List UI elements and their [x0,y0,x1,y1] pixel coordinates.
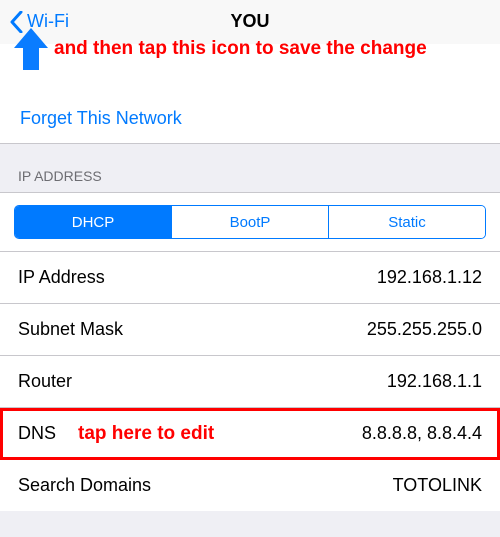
ip-settings-table: IP Address 192.168.1.12 Subnet Mask 255.… [0,252,500,511]
back-button[interactable]: Wi-Fi [0,11,69,33]
segment-dhcp[interactable]: DHCP [15,206,172,238]
search-domains-label: Search Domains [18,475,151,496]
page-title: YOU [230,11,269,32]
subnet-mask-label: Subnet Mask [18,319,123,340]
ip-address-value: 192.168.1.12 [377,267,482,288]
ip-address-header: IP ADDRESS [0,144,500,192]
subnet-mask-value: 255.255.255.0 [367,319,482,340]
segment-bootp[interactable]: BootP [172,206,329,238]
dns-label: DNS [18,423,56,444]
chevron-left-icon [10,11,23,33]
search-domains-value: TOTOLINK [393,475,482,496]
nav-bar: Wi-Fi YOU [0,0,500,44]
row-subnet-mask: Subnet Mask 255.255.255.0 [0,304,500,356]
row-router: Router 192.168.1.1 [0,356,500,408]
forget-network-button[interactable]: Forget This Network [0,96,500,143]
router-value: 192.168.1.1 [387,371,482,392]
router-label: Router [18,371,72,392]
back-label: Wi-Fi [27,11,69,32]
ip-address-label: IP Address [18,267,105,288]
row-dns[interactable]: DNS tap here to edit 8.8.8.8, 8.8.4.4 [0,408,500,460]
segment-static[interactable]: Static [329,206,485,238]
row-ip-address: IP Address 192.168.1.12 [0,252,500,304]
forget-section: Forget This Network [0,44,500,144]
ip-mode-segment-container: DHCP BootP Static [0,192,500,252]
dns-value: 8.8.8.8, 8.8.4.4 [362,423,482,444]
ip-mode-segmented-control: DHCP BootP Static [14,205,486,239]
row-search-domains[interactable]: Search Domains TOTOLINK [0,460,500,511]
annotation-dns-text: tap here to edit [78,423,214,445]
